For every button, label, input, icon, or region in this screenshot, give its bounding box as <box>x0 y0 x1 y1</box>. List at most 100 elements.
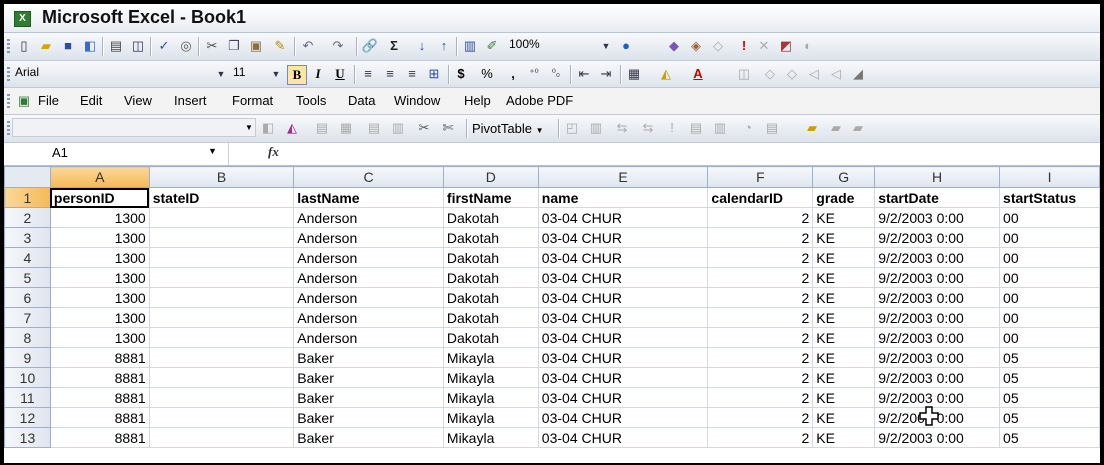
cell[interactable]: 1300 <box>49 227 150 248</box>
cell[interactable]: Mikayla <box>442 367 539 388</box>
cell[interactable]: 1300 <box>49 327 150 348</box>
row-header[interactable]: 6 <box>4 287 51 308</box>
cell[interactable]: KE <box>812 367 876 388</box>
italic-button[interactable]: I <box>309 65 327 83</box>
cell[interactable]: Dakotah <box>442 227 539 248</box>
cell[interactable]: 2 <box>707 387 814 408</box>
cell[interactable]: 00 <box>999 327 1100 348</box>
font-size-box[interactable]: 11 <box>230 64 270 83</box>
cell[interactable]: 03-04 CHUR <box>537 267 709 288</box>
cell[interactable] <box>148 227 295 248</box>
hyperlink-icon[interactable]: 🔗 <box>362 38 378 54</box>
pivot-table-menu[interactable]: PivotTable ▼ <box>472 121 544 136</box>
cell[interactable]: Mikayla <box>442 407 539 428</box>
tool-h-icon[interactable]: ◇ <box>762 66 778 82</box>
name-box-dropdown-icon[interactable]: ▼ <box>208 146 217 156</box>
header-cell[interactable]: grade <box>812 187 876 208</box>
menu-adobe-pdf[interactable]: Adobe PDF <box>506 93 573 108</box>
cell[interactable]: 9/2/2003 0:00 <box>874 367 1001 388</box>
cell[interactable]: 8881 <box>49 407 150 428</box>
cell[interactable]: 9/2/2003 0:00 <box>874 427 1001 448</box>
tool-n-icon[interactable]: ◭ <box>284 120 300 136</box>
percent-button[interactable]: % <box>478 65 496 83</box>
new-document-icon[interactable]: ▯ <box>16 38 32 54</box>
decrease-indent-icon[interactable]: ⇤ <box>576 66 592 82</box>
cell[interactable]: 00 <box>999 207 1100 228</box>
cell[interactable]: 8881 <box>49 427 150 448</box>
increase-decimal-icon[interactable]: ⁺⁰ <box>526 66 542 82</box>
tool-i-icon[interactable]: ◇ <box>784 66 800 82</box>
cell[interactable] <box>148 407 295 428</box>
column-header[interactable]: F <box>707 166 814 188</box>
cut-icon[interactable]: ✂ <box>204 38 220 54</box>
cell[interactable] <box>148 327 295 348</box>
header-cell[interactable]: startStatus <box>999 187 1100 208</box>
header-cell[interactable]: startDate <box>874 187 1001 208</box>
cell[interactable]: KE <box>812 227 876 248</box>
cell[interactable]: Baker <box>293 427 444 448</box>
tool-s-icon[interactable]: ✂ <box>416 120 432 136</box>
cell[interactable]: Dakotah <box>442 207 539 228</box>
redo-icon[interactable]: ↷ <box>330 38 346 54</box>
cell[interactable]: 03-04 CHUR <box>537 327 709 348</box>
row-header[interactable]: 10 <box>4 367 51 388</box>
tool-y-icon[interactable]: ! <box>664 120 680 136</box>
row-header[interactable]: 12 <box>4 407 51 428</box>
cell[interactable]: 03-04 CHUR <box>537 207 709 228</box>
align-right-icon[interactable]: ≡ <box>404 66 420 82</box>
cell[interactable] <box>148 267 295 288</box>
row-header[interactable]: 7 <box>4 307 51 328</box>
cell[interactable]: KE <box>812 267 876 288</box>
cell[interactable]: 9/2/2003 0:00 <box>874 387 1001 408</box>
undo-icon[interactable]: ↶ <box>300 38 316 54</box>
cell[interactable]: 2 <box>707 407 814 428</box>
cell[interactable]: Baker <box>293 387 444 408</box>
menu-help[interactable]: Help <box>464 93 491 108</box>
cell[interactable]: 2 <box>707 227 814 248</box>
cell[interactable]: Dakotah <box>442 307 539 328</box>
cell[interactable] <box>148 287 295 308</box>
toolbar-grip[interactable] <box>7 94 10 109</box>
cell[interactable]: 00 <box>999 247 1100 268</box>
comma-button[interactable]: , <box>504 65 522 83</box>
cell[interactable]: 9/2/2003 0:00 <box>874 347 1001 368</box>
cell[interactable]: KE <box>812 387 876 408</box>
cell[interactable]: 03-04 CHUR <box>537 307 709 328</box>
tool-j-icon[interactable]: ◁ <box>806 66 822 82</box>
font-name-dropdown-icon[interactable]: ▼ <box>213 66 229 82</box>
tool-aa-icon[interactable]: ▥ <box>712 120 728 136</box>
cell[interactable]: KE <box>812 407 876 428</box>
cell[interactable]: 2 <box>707 307 814 328</box>
row-header[interactable]: 4 <box>4 247 51 268</box>
style-dropdown-icon[interactable]: ▼ <box>244 121 254 134</box>
spelling-icon[interactable]: ✓ <box>156 38 172 54</box>
cell[interactable]: Baker <box>293 347 444 368</box>
open-folder-icon[interactable]: ▰ <box>38 38 54 54</box>
menu-view[interactable]: View <box>124 93 152 108</box>
cell[interactable]: 00 <box>999 267 1100 288</box>
cell[interactable]: 00 <box>999 287 1100 308</box>
column-header[interactable]: B <box>148 166 295 188</box>
fill-color-icon[interactable]: ◭ <box>658 66 674 82</box>
tool-w-icon[interactable]: ⇆ <box>614 120 630 136</box>
toolbar-grip[interactable] <box>7 121 10 136</box>
cell[interactable]: 00 <box>999 227 1100 248</box>
name-box[interactable]: A1 <box>52 145 68 160</box>
cell[interactable]: 03-04 CHUR <box>537 427 709 448</box>
cell[interactable]: 2 <box>707 427 814 448</box>
cell[interactable] <box>148 367 295 388</box>
column-header[interactable]: C <box>293 166 444 188</box>
increase-indent-icon[interactable]: ⇥ <box>598 66 614 82</box>
cell[interactable]: Anderson <box>293 287 444 308</box>
tool-t-icon[interactable]: ✄ <box>440 120 456 136</box>
borders-icon[interactable]: ▦ <box>626 66 642 82</box>
cell[interactable] <box>148 307 295 328</box>
menu-format[interactable]: Format <box>232 93 273 108</box>
cell[interactable]: 2 <box>707 347 814 368</box>
toolbar-grip[interactable] <box>7 67 10 82</box>
menu-edit[interactable]: Edit <box>80 93 102 108</box>
tool-u-icon[interactable]: ◰ <box>564 120 580 136</box>
cell[interactable]: Dakotah <box>442 247 539 268</box>
cell[interactable]: Anderson <box>293 247 444 268</box>
cell[interactable]: KE <box>812 307 876 328</box>
